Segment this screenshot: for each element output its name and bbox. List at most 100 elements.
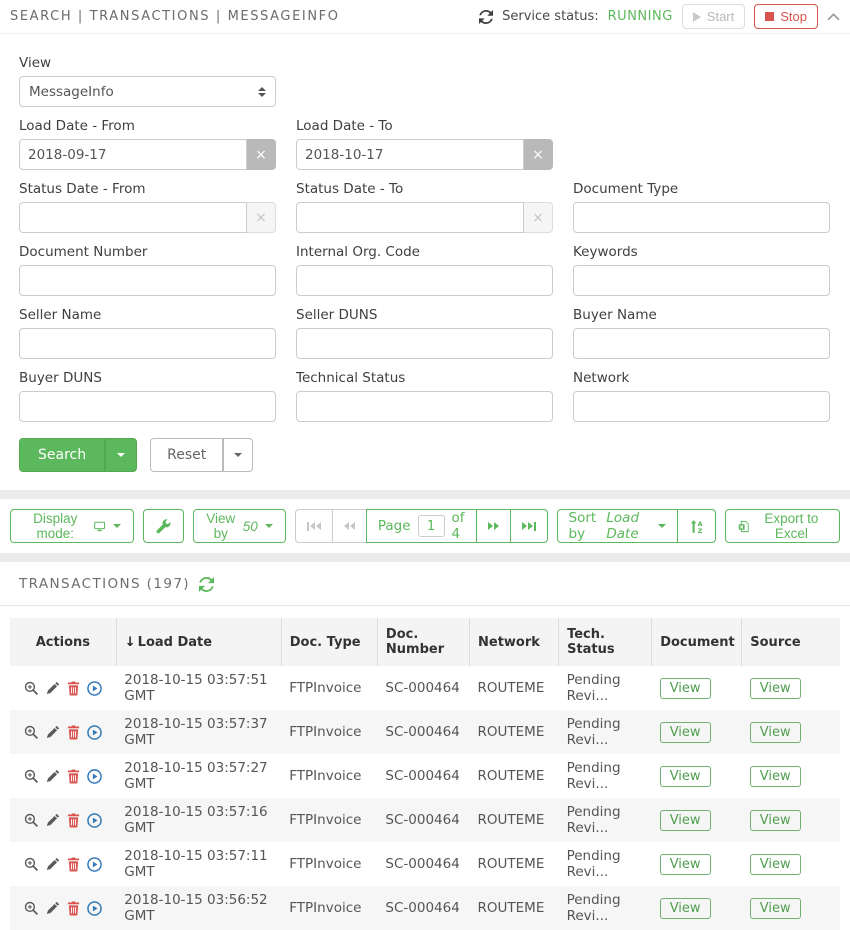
tech-status-cell: Pending Revi...	[559, 754, 652, 798]
document-view-button[interactable]: View	[660, 810, 711, 831]
source-view-button[interactable]: View	[750, 810, 801, 831]
technical-status-label: Technical Status	[296, 370, 553, 386]
document-type-input[interactable]	[573, 202, 830, 233]
technical-status-input[interactable]	[296, 391, 553, 422]
reset-button[interactable]: Reset	[150, 438, 223, 472]
doc-type-cell: FTPInvoice	[281, 886, 377, 930]
source-view-button[interactable]: View	[750, 722, 801, 743]
load-date-to-input[interactable]	[296, 139, 524, 170]
zoom-in-icon[interactable]	[24, 681, 39, 696]
top-bar: SEARCH | TRANSACTIONS | MESSAGEINFO Serv…	[0, 0, 850, 34]
document-view-button[interactable]: View	[660, 854, 711, 875]
document-view-button[interactable]: View	[660, 678, 711, 699]
tech-status-cell: Pending Revi...	[559, 666, 652, 710]
clear-icon[interactable]: ×	[524, 139, 553, 170]
document-number-input[interactable]	[19, 265, 276, 296]
prev-page-button[interactable]	[332, 509, 367, 543]
play-circle-icon[interactable]	[87, 813, 102, 828]
page-number-input[interactable]	[418, 515, 445, 537]
load-date-from-input[interactable]	[19, 139, 247, 170]
play-circle-icon[interactable]	[87, 901, 102, 916]
edit-pencil-icon[interactable]	[46, 725, 60, 739]
settings-wrench-button[interactable]	[143, 509, 184, 543]
keywords-label: Keywords	[573, 244, 830, 260]
clear-icon: ×	[247, 202, 276, 233]
transactions-section-header: TRANSACTIONS (197)	[0, 562, 850, 605]
next-page-button[interactable]	[476, 509, 511, 543]
play-circle-icon[interactable]	[87, 681, 102, 696]
seller-duns-label: Seller DUNS	[296, 307, 553, 323]
doc-number-cell: SC-000464	[377, 886, 469, 930]
sort-by-button[interactable]: Sort by Load Date	[557, 509, 678, 543]
status-date-from-input[interactable]	[19, 202, 247, 233]
delete-trash-icon[interactable]	[67, 769, 80, 784]
display-mode-button[interactable]: Display mode:	[10, 509, 134, 543]
zoom-in-icon[interactable]	[24, 813, 39, 828]
column-header-source[interactable]: Source	[742, 618, 840, 666]
zoom-in-icon[interactable]	[24, 857, 39, 872]
doc-type-cell: FTPInvoice	[281, 798, 377, 842]
edit-pencil-icon[interactable]	[46, 769, 60, 783]
play-circle-icon[interactable]	[87, 857, 102, 872]
edit-pencil-icon[interactable]	[46, 901, 60, 915]
network-label: Network	[573, 370, 830, 386]
view-by-button[interactable]: View by 50	[193, 509, 286, 543]
first-page-button[interactable]	[295, 509, 333, 543]
edit-pencil-icon[interactable]	[46, 857, 60, 871]
delete-trash-icon[interactable]	[67, 681, 80, 696]
document-view-button[interactable]: View	[660, 766, 711, 787]
delete-trash-icon[interactable]	[67, 725, 80, 740]
reset-dropdown-button[interactable]	[223, 438, 253, 472]
start-button[interactable]: Start	[682, 4, 745, 29]
buyer-name-label: Buyer Name	[573, 307, 830, 323]
column-header-doc-number[interactable]: Doc. Number	[377, 618, 469, 666]
status-date-to-input[interactable]	[296, 202, 524, 233]
view-select[interactable]: MessageInfo	[19, 76, 276, 107]
stop-button[interactable]: Stop	[754, 4, 818, 29]
caret-down-icon	[658, 524, 666, 528]
play-circle-icon[interactable]	[87, 725, 102, 740]
search-button[interactable]: Search	[19, 438, 105, 472]
zoom-in-icon[interactable]	[24, 725, 39, 740]
column-header-network[interactable]: Network	[470, 618, 559, 666]
column-header-load-date[interactable]: ↓Load Date	[116, 618, 281, 666]
zoom-in-icon[interactable]	[24, 901, 39, 916]
document-view-button[interactable]: View	[660, 898, 711, 919]
delete-trash-icon[interactable]	[67, 813, 80, 828]
keywords-input[interactable]	[573, 265, 830, 296]
seller-duns-input[interactable]	[296, 328, 553, 359]
refresh-icon[interactable]	[479, 10, 493, 24]
transactions-title: TRANSACTIONS (197)	[19, 576, 190, 592]
delete-trash-icon[interactable]	[67, 857, 80, 872]
last-page-button[interactable]	[510, 509, 548, 543]
sort-direction-button[interactable]	[677, 509, 716, 543]
edit-pencil-icon[interactable]	[46, 813, 60, 827]
source-view-button[interactable]: View	[750, 854, 801, 875]
buyer-duns-input[interactable]	[19, 391, 276, 422]
column-header-tech-status[interactable]: Tech. Status	[559, 618, 652, 666]
delete-trash-icon[interactable]	[67, 901, 80, 916]
column-header-doc-type[interactable]: Doc. Type	[281, 618, 377, 666]
buyer-name-input[interactable]	[573, 328, 830, 359]
column-header-document[interactable]: Document	[652, 618, 742, 666]
source-view-button[interactable]: View	[750, 678, 801, 699]
zoom-in-icon[interactable]	[24, 769, 39, 784]
search-dropdown-button[interactable]	[105, 438, 137, 472]
internal-org-code-input[interactable]	[296, 265, 553, 296]
clear-icon[interactable]: ×	[247, 139, 276, 170]
doc-number-cell: SC-000464	[377, 798, 469, 842]
table-row: 2018-10-15 03:57:16 GMT FTPInvoice SC-00…	[10, 798, 840, 842]
source-view-button[interactable]: View	[750, 898, 801, 919]
source-view-button[interactable]: View	[750, 766, 801, 787]
play-circle-icon[interactable]	[87, 769, 102, 784]
status-date-to-label: Status Date - To	[296, 181, 553, 197]
network-input[interactable]	[573, 391, 830, 422]
seller-name-input[interactable]	[19, 328, 276, 359]
refresh-transactions-icon[interactable]	[199, 577, 214, 592]
edit-pencil-icon[interactable]	[46, 681, 60, 695]
collapse-chevron-icon[interactable]	[827, 13, 840, 21]
divider	[0, 605, 850, 606]
document-view-button[interactable]: View	[660, 722, 711, 743]
export-to-excel-button[interactable]: Export to Excel	[725, 509, 840, 543]
column-header-actions[interactable]: Actions	[10, 618, 116, 666]
